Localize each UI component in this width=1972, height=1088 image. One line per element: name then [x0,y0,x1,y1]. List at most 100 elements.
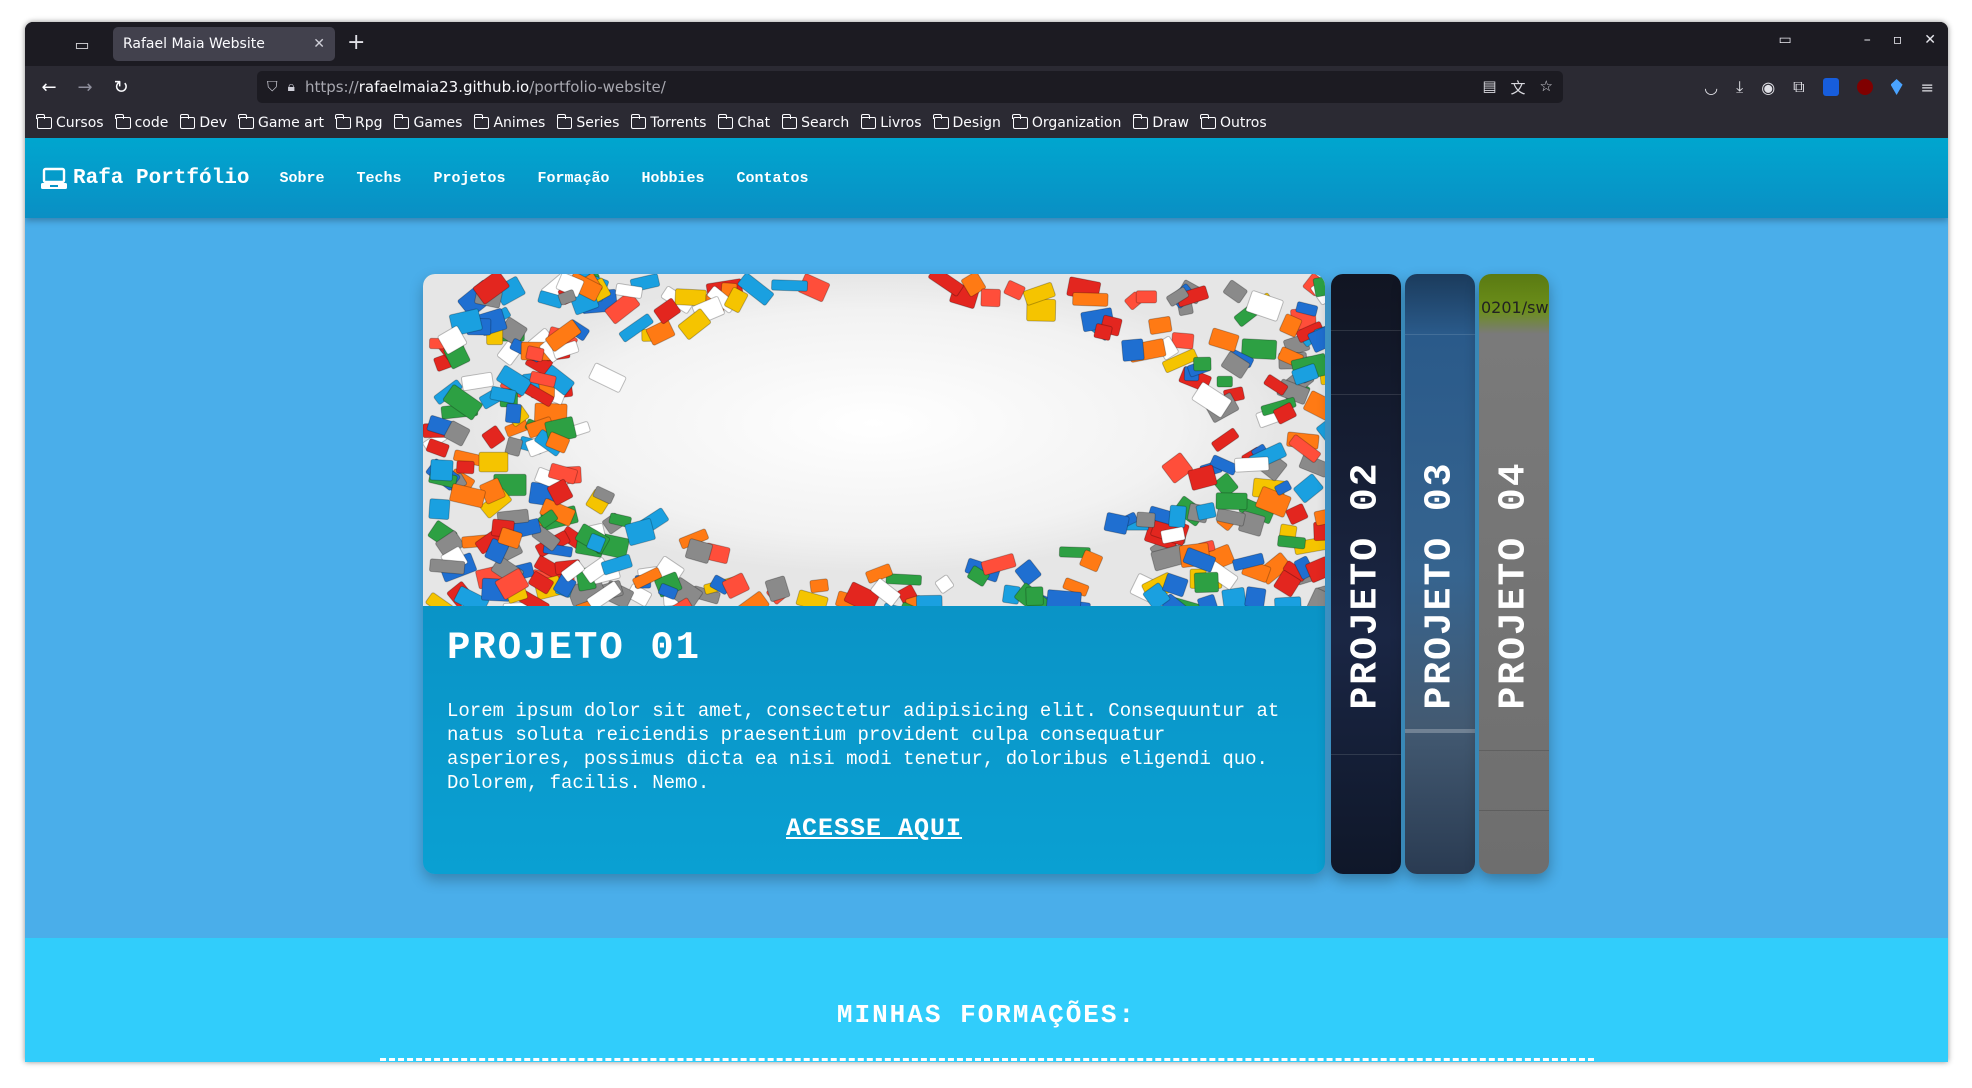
bookmark-folder[interactable]: Search [781,114,850,131]
toolbar-right: ◡ ⤓ ◉ ⧉ ≡ [1704,77,1934,97]
url-path: /portfolio-website/ [529,78,666,96]
minimize-icon[interactable]: – [1864,32,1871,48]
bookmark-label: code [134,115,169,131]
url-bar[interactable]: ⛉ 🔒︎ https://rafaelmaia23.github.io/port… [257,71,1563,103]
tab-strip: ▭ Rafael Maia Website ✕ + ▭ – ▫ ✕ [25,22,1948,66]
url-host: rafaelmaia23.github.io [358,78,530,96]
folder-icon [860,114,877,129]
bookmark-label: Game art [258,115,324,131]
forward-icon[interactable]: → [73,75,97,99]
nav-link[interactable]: Formação [537,170,609,187]
bookmark-folder[interactable]: Dev [179,114,228,131]
project-description: Lorem ipsum dolor sit amet, consectetur … [447,700,1280,794]
translate-icon[interactable]: 文 [1511,77,1526,98]
bookmark-folder[interactable]: Animes [473,114,546,131]
project-03-label: PROJETO 03 [1418,461,1462,710]
folder-icon [932,114,949,129]
lock-icon[interactable]: 🔒︎ [288,79,295,95]
folder-icon [781,114,798,129]
project-card-04[interactable]: 0201/sw PROJETO 04 [1479,274,1549,874]
new-tab-icon[interactable]: + [347,30,365,56]
bookmark-folder[interactable]: Organization [1012,114,1122,131]
nav-link[interactable]: Contatos [737,170,809,187]
window-controls: ▭ – ▫ ✕ [1779,32,1936,48]
bookmark-folder[interactable]: Draw [1132,114,1189,131]
formacoes-section: MINHAS FORMAÇÕES: [25,938,1948,1062]
project-title: PROJETO 01 [447,626,702,670]
maximize-icon[interactable]: ▫ [1893,32,1903,48]
bookmark-label: Draw [1152,115,1189,131]
site-header: Rafa Portfólio Sobre Techs Projetos Formaçã… [25,138,1948,218]
nav-toolbar: ← → ↻ ⛉ 🔒︎ https://rafaelmaia23.github.i… [25,66,1948,108]
ublock-icon[interactable] [1856,79,1873,95]
account-icon[interactable]: ◉ [1761,78,1775,97]
folder-icon [114,114,131,129]
site-logo[interactable]: Rafa Portfólio [41,166,249,190]
bookmark-folder[interactable]: Games [393,114,463,131]
bookmark-label: Search [801,115,850,131]
bookmark-folder[interactable]: Livros [860,114,922,131]
folder-icon [473,114,490,129]
bookmark-label: Dev [199,115,228,131]
back-icon[interactable]: ← [37,75,61,99]
gem-extension-icon[interactable] [1890,79,1903,95]
lego-bricks-image [423,274,1325,606]
project-card-02[interactable]: PROJETO 02 [1331,274,1401,874]
bookmark-label: Chat [737,115,771,131]
close-window-icon[interactable]: ✕ [1924,32,1936,48]
bookmarks-bar: Cursos code Dev Game art Rpg Games Animes Serie… [25,108,1948,138]
tab-title: Rafael Maia Website [123,36,265,52]
folder-icon [717,114,734,129]
nav-link[interactable]: Sobre [279,170,324,187]
logo-text: Rafa Portfólio [73,166,250,190]
close-tab-icon[interactable]: ✕ [313,36,325,52]
bitwarden-icon[interactable] [1822,78,1839,96]
bookmark-label: Animes [493,115,546,131]
reload-icon[interactable]: ↻ [109,75,133,99]
bookmark-label: Torrents [650,115,707,131]
project-card-03[interactable]: PROJETO 03 [1405,274,1475,874]
nav-link[interactable]: Techs [356,170,401,187]
web-page: Rafa Portfólio Sobre Techs Projetos Formaçã… [25,138,1948,1062]
formacoes-heading: MINHAS FORMAÇÕES: [836,1000,1137,1030]
folder-icon [1200,114,1216,129]
bookmark-label: Rpg [354,115,383,131]
bookmark-folder[interactable]: Series [556,114,620,131]
project-card-active[interactable]: PROJETO 01 Lorem ipsum dolor sit amet, c… [423,274,1325,874]
bookmark-folder[interactable]: Torrents [630,114,707,131]
nav-link[interactable]: Projetos [433,170,505,187]
bookmark-folder[interactable]: Game art [238,114,324,131]
tab-active[interactable]: Rafael Maia Website ✕ [113,27,335,61]
bookmark-folder[interactable]: Design [932,114,1001,131]
tab-overview-icon[interactable]: ▭ [1779,32,1792,48]
project-02-label: PROJETO 02 [1344,461,1388,710]
shield-icon[interactable]: ⛉ [267,79,278,95]
menu-icon[interactable]: ≡ [1921,78,1934,97]
pocket-icon[interactable]: ◡ [1704,78,1718,97]
bookmark-folder[interactable]: Outros [1200,114,1267,131]
extensions-icon[interactable]: ⧉ [1793,77,1804,97]
tab-list-icon[interactable]: ▭ [70,32,94,56]
folder-icon [1132,114,1149,129]
bookmark-folder[interactable]: code [114,114,169,131]
bookmark-label: Organization [1031,115,1122,131]
bookmark-label: Design [952,115,1001,131]
bookmark-folder[interactable]: Chat [717,114,771,131]
laptop-icon [41,167,67,189]
reader-view-icon[interactable]: ▤ [1482,77,1496,98]
bookmark-label: Games [413,115,463,131]
bookmark-star-icon[interactable]: ☆ [1540,77,1553,98]
bookmark-folder[interactable]: Cursos [36,114,104,131]
downloads-icon[interactable]: ⤓ [1736,77,1743,97]
bookmark-folder[interactable]: Rpg [335,114,383,131]
folder-icon [393,114,410,129]
bookmark-label: Livros [880,115,922,131]
browser-window: ▭ Rafael Maia Website ✕ + ▭ – ▫ ✕ ← → ↻ … [25,22,1948,1062]
bookmark-label: Series [576,115,620,131]
nav-link[interactable]: Hobbies [642,170,705,187]
bookmark-label: Cursos [56,115,104,131]
folder-icon [335,114,351,129]
folder-icon [36,114,52,129]
folder-icon [1012,114,1028,129]
project-access-link[interactable]: ACESSE AQUI [786,814,962,843]
